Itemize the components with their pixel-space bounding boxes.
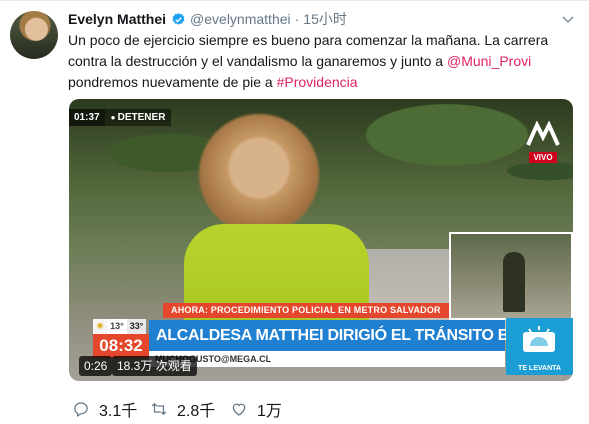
news-ticker: AHORA: PROCEDIMIENTO POLICIAL EN METRO S…: [163, 303, 449, 318]
program-corner-logo: TE LEVANTA: [506, 318, 573, 375]
news-headline: ALCALDESA MATTHEI DIRIGIÓ EL TRÁNSITO EN…: [149, 320, 573, 351]
top-divider: [0, 0, 589, 1]
reply-count: 3.1千: [99, 403, 138, 420]
broadcast-time-badge: 01:37 DETENER: [69, 109, 172, 126]
video-views: 18.3万 次观看: [112, 356, 197, 376]
retweet-button[interactable]: 2.8千: [150, 397, 215, 421]
separator-dot: ·: [294, 11, 300, 27]
author-handle[interactable]: @evelynmatthei: [190, 11, 291, 27]
like-button[interactable]: 1万: [230, 397, 282, 421]
video-scene-person-head: [199, 114, 319, 234]
mega-logo-icon: [526, 121, 560, 146]
retweet-count: 2.8千: [177, 403, 216, 420]
tweet-header: Evelyn Matthei @evelynmatthei · 15小时: [68, 9, 347, 29]
reply-button[interactable]: 3.1千: [72, 397, 137, 421]
tv-sun-icon: [523, 326, 555, 352]
broadcast-clock: 08:32: [93, 334, 149, 358]
broadcast-detener: DETENER: [104, 109, 172, 126]
video-inset-window: [449, 232, 573, 320]
verified-badge-icon: [172, 12, 185, 25]
video-player[interactable]: 01:37 DETENER VIVO AHORA: PROCEDIMIENTO …: [69, 99, 573, 381]
live-badge: VIVO: [529, 152, 557, 163]
reply-icon: [74, 402, 88, 417]
chevron-down-icon[interactable]: [560, 11, 576, 27]
heart-icon: [232, 403, 246, 416]
inset-figure: [503, 252, 525, 312]
weather-widget: ☀ 13° 33°: [93, 319, 147, 334]
broadcast-time: 01:37: [69, 109, 105, 126]
channel-logo: VIVO: [523, 121, 563, 165]
program-email: MUCHOGUSTO@MEGA.CL: [149, 351, 505, 367]
author-name[interactable]: Evelyn Matthei: [68, 11, 166, 27]
like-count: 1万: [257, 403, 282, 420]
weather-low: 13°: [107, 319, 127, 334]
sun-icon: ☀: [93, 319, 108, 334]
tweet-timestamp[interactable]: 15小时: [303, 9, 347, 29]
video-duration: 0:26: [79, 356, 113, 376]
mention-link[interactable]: @Muni_Provi: [447, 53, 531, 69]
tweet-text: Un poco de ejercicio siempre es bueno pa…: [68, 30, 583, 93]
tweet-text-segment: pondremos nuevamente de pie a: [68, 74, 277, 90]
weather-high: 33°: [126, 319, 147, 334]
retweet-icon: [151, 402, 167, 416]
program-corner-label: TE LEVANTA: [518, 365, 561, 372]
avatar[interactable]: [10, 11, 58, 59]
hashtag-link[interactable]: #Providencia: [277, 74, 358, 90]
